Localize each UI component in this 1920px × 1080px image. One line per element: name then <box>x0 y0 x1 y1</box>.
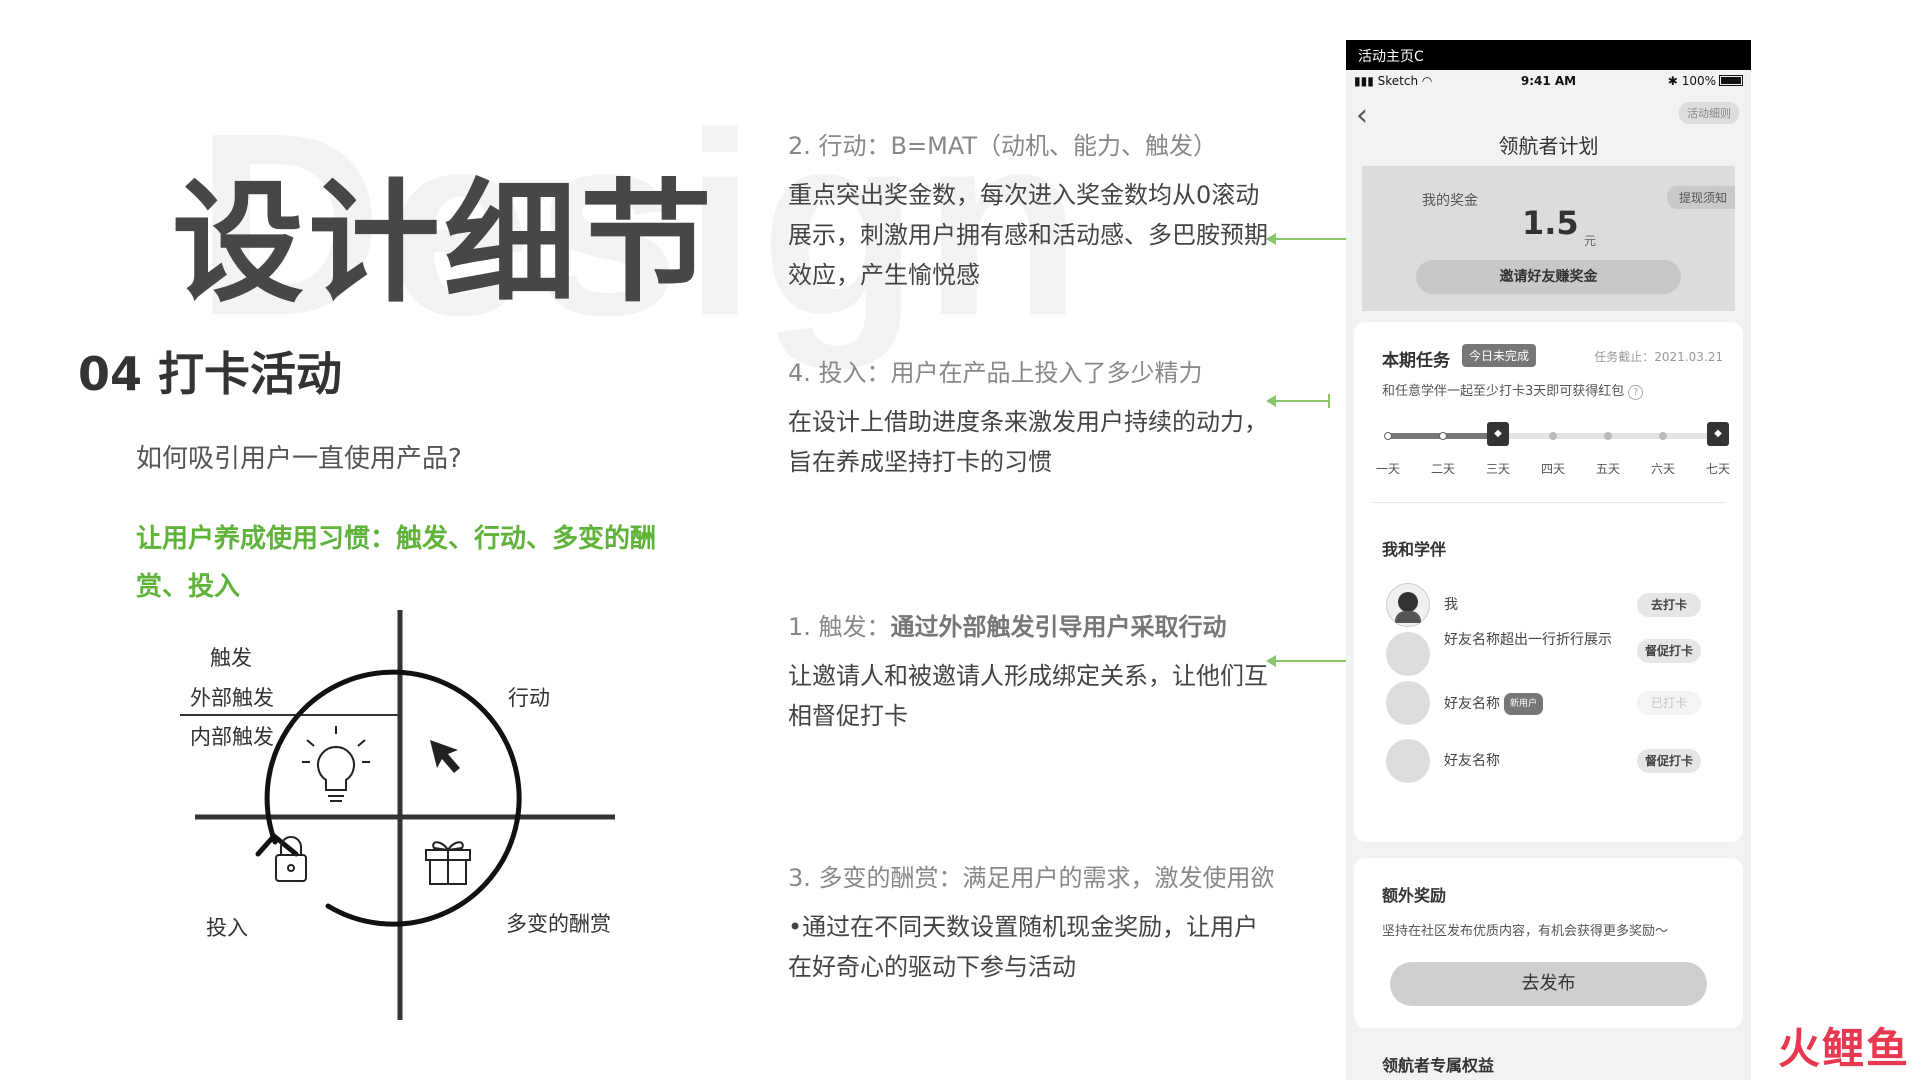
task-description: 和任意学伴一起至少打卡3天即可获得红包? <box>1382 380 1644 400</box>
bonus-unit: 元 <box>1584 234 1597 248</box>
day-label: 一天 <box>1375 462 1400 476</box>
question-text: 如何吸引用户一直使用产品? <box>136 444 462 474</box>
day-label: 四天 <box>1540 462 1565 476</box>
task-title: 本期任务 <box>1382 351 1450 371</box>
check-in-button[interactable]: 去打卡 <box>1637 593 1701 617</box>
investment-label: 投入 <box>206 916 248 940</box>
action-label: 行动 <box>508 686 550 710</box>
perks-title: 领航者专属权益 <box>1382 1056 1495 1075</box>
trigger-label: 触发 <box>210 646 252 670</box>
gift-icon <box>425 841 471 885</box>
step-action-body: 重点突出奖金数，每次进入奖金数均从0滚动展示，刺激用户拥有感和活动感、多巴胺预期… <box>788 181 1268 289</box>
step-action: 2. 行动：B=MAT（动机、能力、触发） 重点突出奖金数，每次进入奖金数均从0… <box>788 126 1268 295</box>
progress-dot <box>1384 432 1392 440</box>
step-reward: 3. 多变的酬赏：满足用户的需求，激发使用欲 •通过在不同天数设置随机现金奖励，… <box>788 858 1275 987</box>
day-label: 二天 <box>1430 462 1455 476</box>
avatar <box>1386 681 1430 725</box>
step-action-title: 2. 行动：B=MAT（动机、能力、触发） <box>788 132 1218 160</box>
section-title: 04 打卡活动 <box>78 347 343 401</box>
nav-bar: ‹ 活动细则 领航者计划 <box>1346 94 1751 158</box>
buddy-row: 好友名称 新用户 已打卡 <box>1386 678 1723 728</box>
bonus-amount: 1.5 <box>1522 204 1579 242</box>
step-investment-title: 4. 投入：用户在产品上投入了多少精力 <box>788 359 1203 387</box>
progress-dot <box>1549 432 1557 440</box>
buddy-name: 好友名称 <box>1444 753 1500 769</box>
reward-chest-icon: ◆ <box>1707 422 1729 446</box>
step-trigger-body: 让邀请人和被邀请人形成绑定关系，让他们互相督促打卡 <box>788 662 1268 730</box>
step-reward-body: •通过在不同天数设置随机现金奖励，让用户在好奇心的驱动下参与活动 <box>788 913 1259 981</box>
battery-status: ✱ 100% <box>1668 74 1743 88</box>
phone-mockup: 活动主页C ▮▮▮ Sketch ◠ 9:41 AM ✱ 100% ‹ 活动细则… <box>1346 40 1751 1080</box>
brand-logo: 火鲤鱼 <box>1777 1024 1910 1073</box>
battery-icon <box>1719 75 1743 86</box>
publish-button[interactable]: 去发布 <box>1390 962 1707 1006</box>
artboard-title: 活动主页C <box>1346 40 1751 70</box>
page-title: 设计细节 <box>172 167 716 321</box>
day-label: 三天 <box>1485 462 1510 476</box>
cursor-click-icon <box>430 740 460 773</box>
extra-reward-title: 额外奖励 <box>1382 886 1447 905</box>
step-investment-body: 在设计上借助进度条来激发用户持续的动力，旨在养成坚持打卡的习惯 <box>788 408 1268 476</box>
buddies-title: 我和学伴 <box>1382 540 1447 559</box>
extra-reward-desc: 坚持在社区发布优质内容，有机会获得更多奖励～ <box>1382 924 1669 939</box>
avatar <box>1386 583 1430 627</box>
bonus-card: 我的奖金 提现须知 1.5 元 邀请好友赚奖金 <box>1362 166 1735 311</box>
task-card: 本期任务 今日未完成 任务截止：2021.03.21 和任意学伴一起至少打卡3天… <box>1354 322 1743 842</box>
avatar <box>1386 739 1430 783</box>
step-trigger-strong: 通过外部触发引导用户采取行动 <box>890 613 1227 641</box>
progress-dot <box>1604 432 1612 440</box>
pointer-arrow-progress <box>1266 394 1330 408</box>
buddy-row: 我 去打卡 <box>1386 580 1723 630</box>
remind-check-in-button[interactable]: 督促打卡 <box>1637 639 1701 663</box>
variable-reward-label: 多变的酬赏 <box>506 912 611 936</box>
help-icon[interactable]: ? <box>1628 385 1644 400</box>
activity-rules-button[interactable]: 活动细则 <box>1679 102 1739 124</box>
withdraw-notice-button[interactable]: 提现须知 <box>1666 186 1735 209</box>
internal-trigger-label: 内部触发 <box>190 725 274 749</box>
step-trigger-prefix: 1. 触发： <box>788 613 891 641</box>
reward-chest-icon: ◆ <box>1487 422 1509 446</box>
task-deadline: 任务截止：2021.03.21 <box>1594 350 1723 364</box>
invite-friends-button[interactable]: 邀请好友赚奖金 <box>1416 260 1681 294</box>
buddy-name: 好友名称超出一行折行展示 <box>1444 632 1612 648</box>
progress-dot <box>1439 432 1447 440</box>
bonus-label: 我的奖金 <box>1422 193 1478 209</box>
step-trigger: 1. 触发：通过外部触发引导用户采取行动 让邀请人和被邀请人形成绑定关系，让他们… <box>788 607 1268 736</box>
divider <box>1372 502 1725 503</box>
new-user-badge: 新用户 <box>1504 693 1544 715</box>
status-badge: 今日未完成 <box>1462 344 1537 367</box>
external-trigger-label: 外部触发 <box>190 686 274 710</box>
remind-check-in-button[interactable]: 督促打卡 <box>1637 749 1701 773</box>
bluetooth-icon: ✱ <box>1667 74 1678 88</box>
status-bar: ▮▮▮ Sketch ◠ 9:41 AM ✱ 100% <box>1346 70 1751 94</box>
checked-in-button: 已打卡 <box>1637 691 1701 715</box>
activity-title: 领航者计划 <box>1498 134 1599 158</box>
day-label: 六天 <box>1650 462 1675 476</box>
habit-highlight: 让用户养成使用习惯：触发、行动、多变的酬赏、投入 <box>136 524 657 602</box>
back-arrow-icon[interactable]: ‹ <box>1356 98 1368 133</box>
progress-dot <box>1659 432 1667 440</box>
buddy-name: 好友名称 新用户 <box>1444 693 1634 715</box>
step-reward-title: 3. 多变的酬赏：满足用户的需求，激发使用欲 <box>788 864 1275 892</box>
extra-reward-card: 额外奖励 坚持在社区发布优质内容，有机会获得更多奖励～ 去发布 <box>1354 858 1743 1028</box>
day-label: 五天 <box>1595 462 1620 476</box>
step-trigger-title: 1. 触发：通过外部触发引导用户采取行动 <box>788 607 1268 642</box>
hook-model-diagram: 触发 外部触发 内部触发 行动 投入 多变的酬赏 <box>180 610 630 1020</box>
day-label: 七天 <box>1705 462 1730 476</box>
lightbulb-icon <box>302 726 370 802</box>
step-investment: 4. 投入：用户在产品上投入了多少精力 在设计上借助进度条来激发用户持续的动力，… <box>788 353 1268 482</box>
buddy-row: 好友名称 督促打卡 <box>1386 736 1723 786</box>
avatar <box>1386 632 1430 676</box>
buddy-row: 好友名称超出一行折行展示 督促打卡 <box>1386 626 1723 682</box>
buddy-name: 我 <box>1444 597 1458 613</box>
